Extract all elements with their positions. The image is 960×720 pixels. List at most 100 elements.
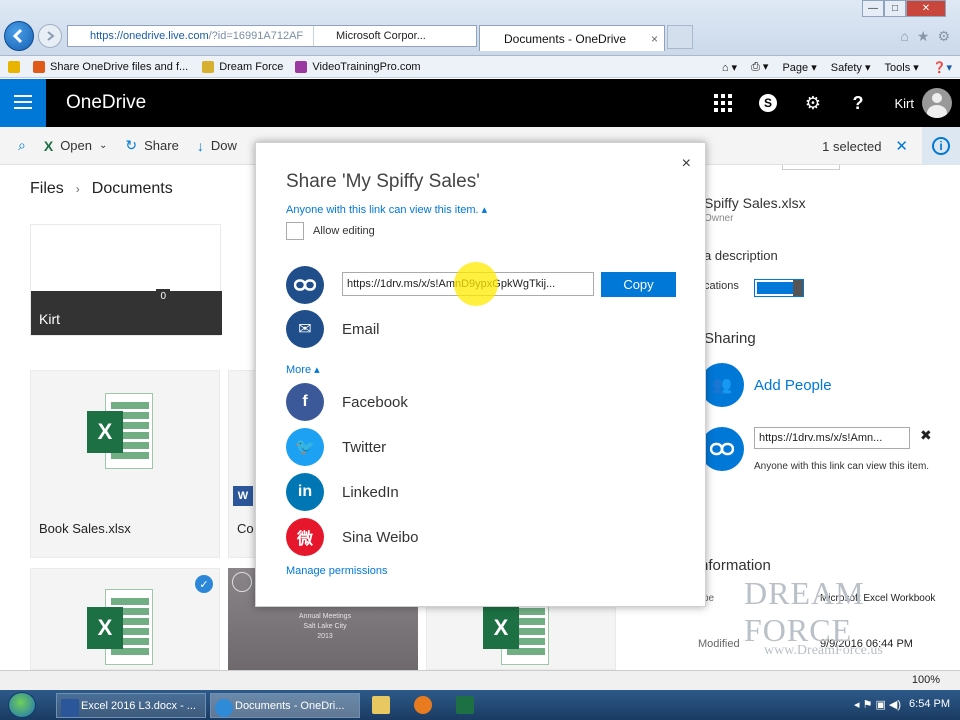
open-button[interactable]: X Open ⌄ [44,138,108,154]
info-pane-button[interactable]: i [922,127,960,165]
app-launcher-button[interactable] [0,79,46,127]
home-cmd-icon[interactable]: ⌂ ▾ [722,61,737,74]
onedrive-brand[interactable]: OneDrive [66,92,146,114]
favorite-item-videotrainingpro[interactable]: VideoTrainingPro.com [295,60,421,73]
linkedin-label: LinkedIn [342,483,399,501]
tab-close-icon[interactable]: × [651,32,658,46]
settings-icon[interactable]: ⚙ [937,28,950,45]
home-icon[interactable]: ⌂ [900,28,908,45]
dreamforce-icon [202,60,215,73]
favorite-item-dream-force[interactable]: Dream Force [202,60,283,73]
word-icon [61,699,79,717]
linkedin-option[interactable]: in LinkedIn [286,473,399,511]
address-bar[interactable]: https://onedrive.live.com/?id=16991A712A… [67,25,477,47]
add-description[interactable]: a description [704,248,778,263]
gear-icon[interactable]: ⚙ [791,79,836,127]
copy-button[interactable]: Copy [601,272,676,297]
favorites-star-icon[interactable]: ★ [917,28,930,45]
favorite-item-share-onedrive[interactable]: Share OneDrive files and f... [33,60,188,73]
file-name: Co [237,521,254,536]
file-name: Book Sales.xlsx [39,521,131,536]
download-icon: ↓ [196,137,204,154]
arrow-right-icon [47,31,55,41]
excel-taskbar-icon[interactable] [456,696,474,714]
page-menu[interactable]: Page ▾ [782,61,816,74]
help-question-icon[interactable]: ? [836,79,881,127]
permission-toggle[interactable]: Anyone with this link can view this item… [286,203,487,216]
manage-permissions-link[interactable]: Manage permissions [286,565,388,577]
breadcrumb-documents[interactable]: Documents [92,180,173,198]
minimize-button[interactable]: — [862,0,884,17]
dialog-close-icon[interactable]: × [682,155,691,173]
info-owner: Owner [704,213,734,224]
add-people-button[interactable]: 👥 Add People [700,363,832,407]
maximize-button[interactable]: □ [884,0,906,17]
ie-icon [215,699,233,717]
email-label: Email [342,320,380,338]
file-tile-word-partial[interactable]: W Co [228,370,256,558]
favorites-star-button[interactable] [8,60,25,73]
zoom-level[interactable]: 100% [912,674,940,686]
folder-icon[interactable] [372,696,390,714]
start-button[interactable] [8,692,36,718]
url-rest: /?id=16991A712AF [208,30,304,42]
tray-icons[interactable]: ◂ ⚑ ▣ ◀) [854,698,901,711]
task-label: Excel 2016 L3.docx - ... [81,699,196,712]
weibo-label: Sina Weibo [342,528,419,546]
facebook-option[interactable]: f Facebook [286,383,408,421]
link-icon[interactable] [286,266,324,304]
email-icon: ✉ [286,310,324,348]
media-player-icon[interactable] [414,696,432,714]
watermark-title: DREAM FORCE [744,575,865,648]
window-close-button[interactable]: ✕ [906,0,946,17]
sharing-heading: Sharing [704,330,756,347]
apps-icon[interactable] [701,79,746,127]
excel-small-icon: X [43,137,54,154]
breadcrumb-files[interactable]: Files [30,180,64,198]
folder-tile[interactable]: 0 Kirt [30,224,222,336]
file-tile-spiffy-sales[interactable]: X ✓ [30,568,220,670]
help-icon[interactable]: ❓▾ [933,61,952,74]
link-icon [700,427,744,471]
facebook-label: Facebook [342,393,408,411]
back-button[interactable] [4,21,34,51]
allow-editing-checkbox[interactable] [286,222,304,240]
clear-selection-icon[interactable]: ✕ [895,137,908,155]
taskbar-word-window[interactable]: Excel 2016 L3.docx - ... [56,693,206,718]
remove-link-icon[interactable]: ✖ [920,427,932,444]
seal-icon [232,572,252,592]
weibo-option[interactable]: 微 Sina Weibo [286,518,418,556]
print-icon[interactable]: ⎙ ▾ [751,60,768,74]
file-tile-book-sales[interactable]: X Book Sales.xlsx [30,370,220,558]
folder-name: Kirt [39,311,60,327]
search-button[interactable]: ⌕ [18,137,26,154]
info-link-field[interactable]: https://1drv.ms/x/s!Amn... [754,427,910,449]
tools-menu[interactable]: Tools ▾ [885,61,919,74]
share-button[interactable]: ↻ Share [125,137,178,154]
clock: 6:54 PM [909,698,950,710]
email-option[interactable]: ✉ Email [286,310,380,348]
download-button[interactable]: ↓ Dow [197,138,237,154]
notifications-toggle[interactable] [754,279,804,297]
browser-chrome: https://onedrive.live.com/?id=16991A712A… [0,0,960,56]
selection-info: 1 selected ✕ i [822,127,960,165]
new-tab-button[interactable] [667,25,693,49]
add-people-icon: 👥 [700,363,744,407]
selected-check-icon[interactable]: ✓ [195,575,213,593]
twitter-icon: 🐦 [286,428,324,466]
more-toggle[interactable]: More ▴ [286,363,320,376]
command-bar: ⌂ ▾ ⎙ ▾ Page ▾ Safety ▾ Tools ▾ ❓▾ [722,56,952,78]
taskbar: Excel 2016 L3.docx - ... Documents - One… [0,690,960,720]
user-menu[interactable]: Kirt [881,88,960,118]
dreamforce-watermark: DREAM FORCE www.DreamForce.us [744,575,960,659]
dialog-title: Share 'My Spiffy Sales' [286,171,480,192]
site-identity[interactable]: Microsoft Corpor... [313,26,476,46]
browser-tab[interactable]: Documents - OneDrive × [479,25,665,51]
twitter-option[interactable]: 🐦 Twitter [286,428,386,466]
forward-button[interactable] [38,24,62,48]
share-refresh-icon: ↻ [125,137,138,153]
safety-menu[interactable]: Safety ▾ [831,61,871,74]
skype-icon[interactable]: S [746,79,791,127]
selected-count: 1 selected [822,138,882,154]
taskbar-ie-window[interactable]: Documents - OneDri... [210,693,360,718]
